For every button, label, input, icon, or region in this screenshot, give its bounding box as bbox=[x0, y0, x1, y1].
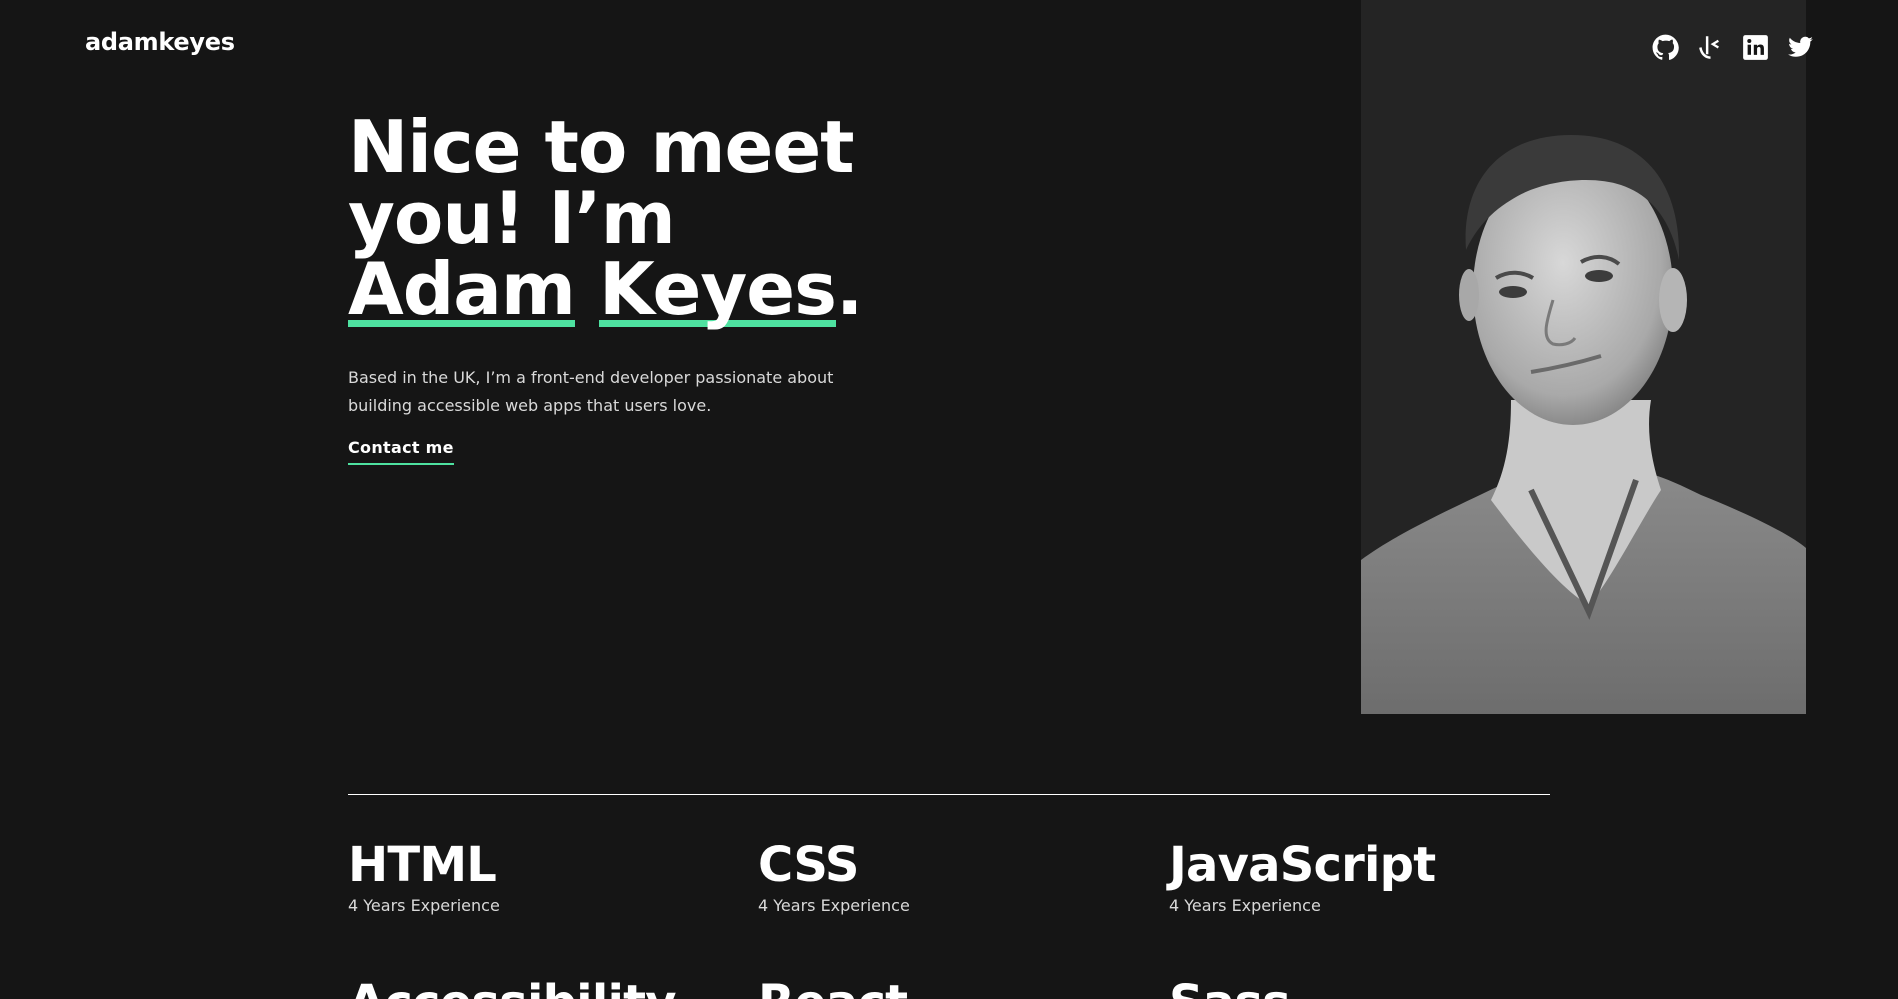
linkedin-icon[interactable] bbox=[1742, 34, 1769, 61]
hero-heading-intro: Nice to meet you! I’m bbox=[348, 105, 855, 260]
github-icon[interactable] bbox=[1652, 34, 1679, 61]
skill-sass: Sass bbox=[1169, 974, 1291, 999]
skill-html: HTML 4 Years Experience bbox=[348, 836, 500, 915]
frontend-mentor-icon[interactable] bbox=[1697, 34, 1724, 61]
skill-react: React bbox=[758, 974, 908, 999]
skill-css: CSS 4 Years Experience bbox=[758, 836, 910, 915]
profile-photo bbox=[1361, 0, 1806, 714]
skill-experience: 4 Years Experience bbox=[1169, 896, 1321, 915]
twitter-icon[interactable] bbox=[1787, 34, 1814, 61]
site-logo[interactable]: adamkeyes bbox=[85, 28, 235, 56]
contact-me-link[interactable]: Contact me bbox=[348, 438, 454, 465]
skill-accessibility: Accessibility bbox=[348, 974, 677, 999]
skill-name: CSS bbox=[758, 837, 860, 893]
hero-heading-period: . bbox=[835, 247, 863, 331]
skill-name: HTML bbox=[348, 837, 497, 893]
skill-experience: 4 Years Experience bbox=[758, 896, 910, 915]
section-divider bbox=[348, 794, 1550, 795]
hero-heading: Nice to meet you! I’m Adam Keyes. bbox=[348, 111, 908, 331]
profile-portrait bbox=[1361, 135, 1806, 714]
skill-experience: 4 Years Experience bbox=[348, 896, 500, 915]
skill-javascript: JavaScript 4 Years Experience bbox=[1169, 836, 1436, 915]
skill-name: JavaScript bbox=[1169, 837, 1436, 893]
hero-heading-last-name: Keyes bbox=[598, 247, 837, 331]
hero-heading-first-name: Adam bbox=[348, 247, 576, 331]
skill-name: Accessibility bbox=[348, 974, 677, 999]
skill-name: Sass bbox=[1169, 974, 1291, 999]
skill-name: React bbox=[758, 974, 908, 999]
hero-description: Based in the UK, I’m a front-end develop… bbox=[348, 368, 834, 415]
social-links bbox=[1652, 34, 1814, 61]
